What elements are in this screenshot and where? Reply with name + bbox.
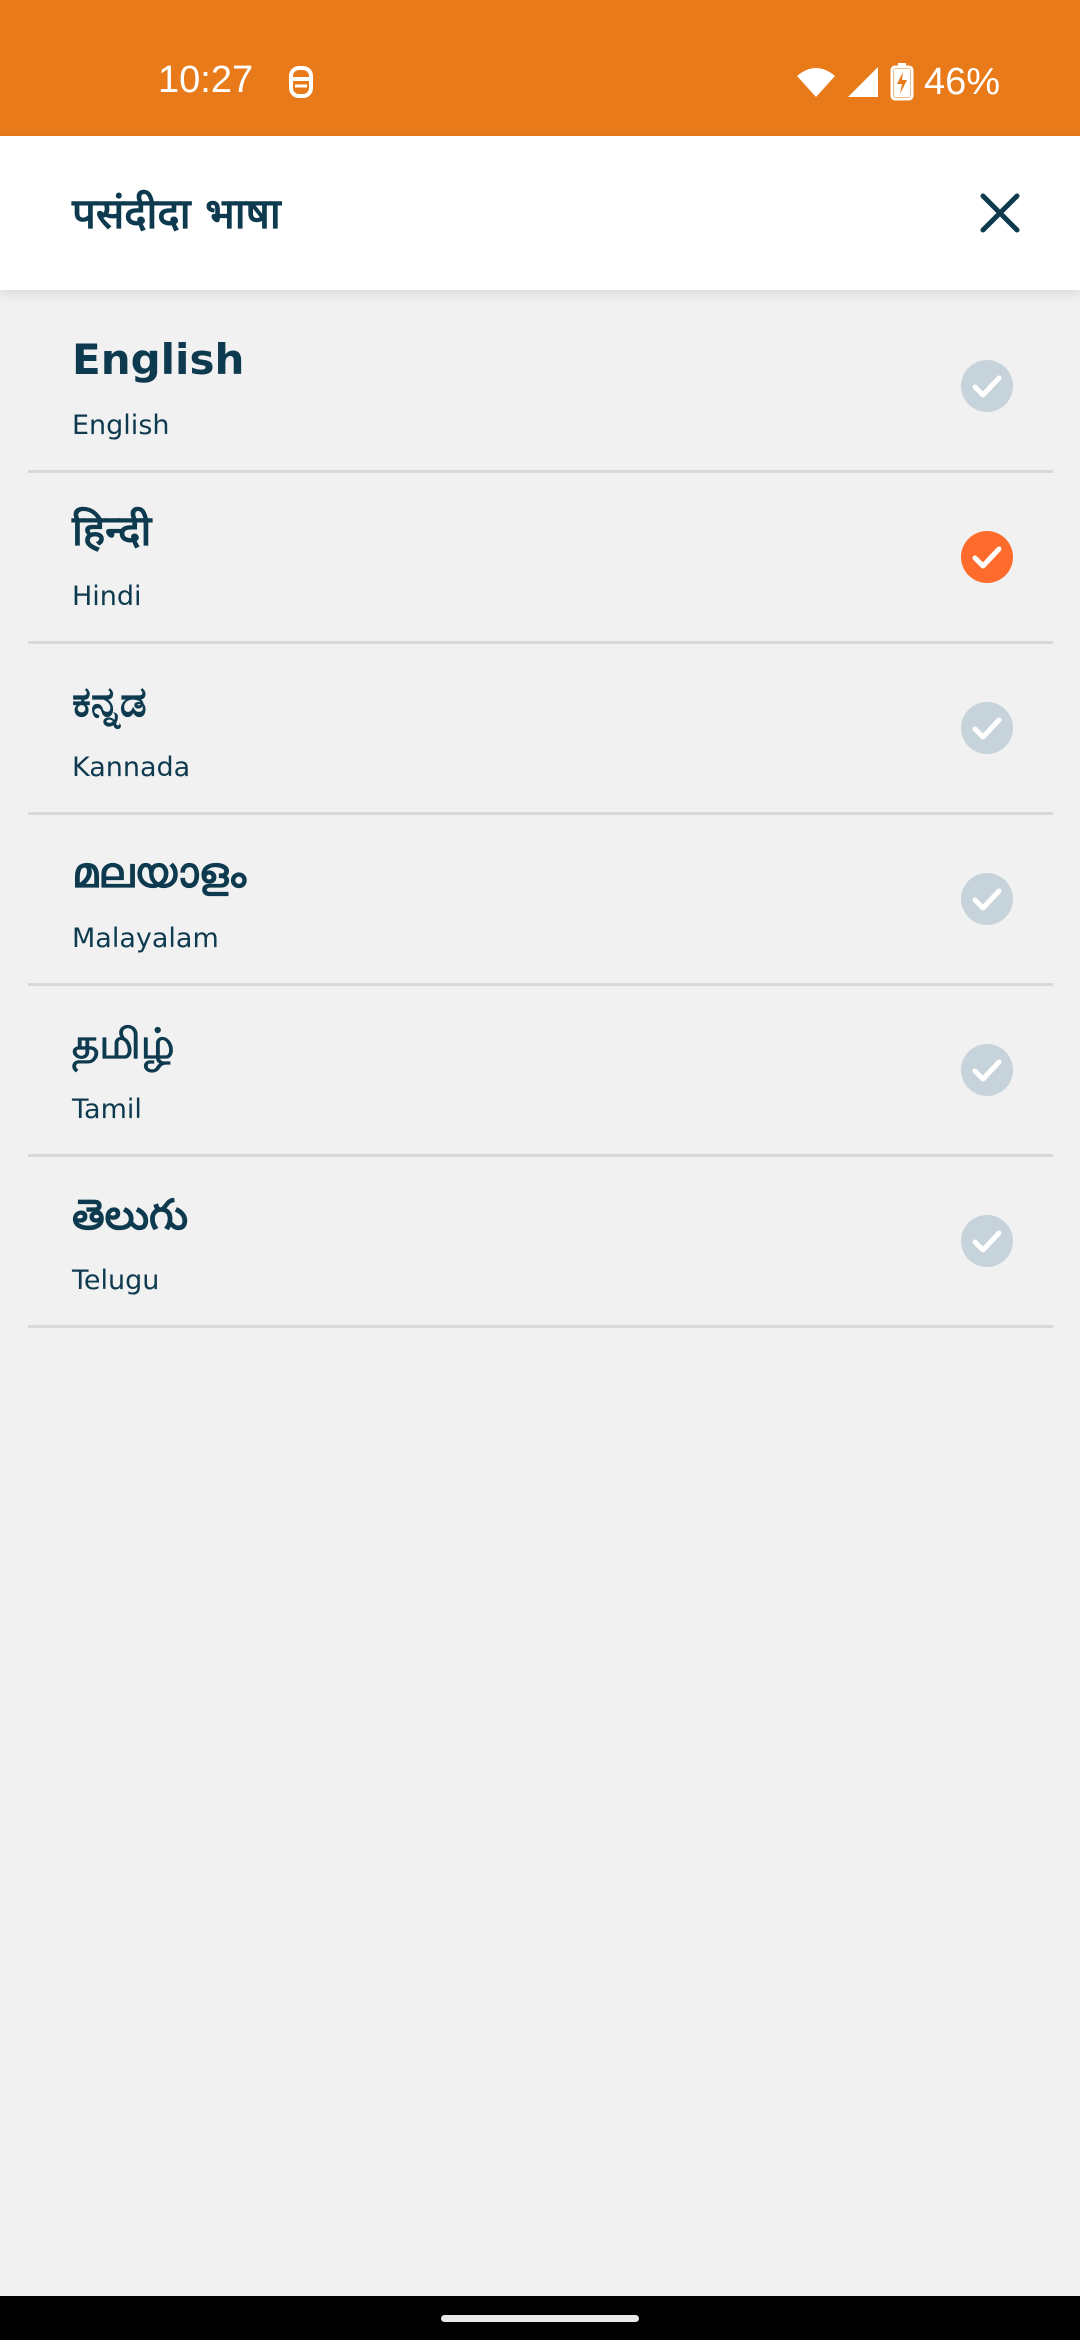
language-item-english[interactable]: English English xyxy=(28,302,1053,473)
language-item-tamil[interactable]: தமிழ் Tamil xyxy=(28,986,1053,1157)
check-icon xyxy=(961,702,1013,754)
language-list: English English हिन्दी Hindi ಕನ್ನಡ Kanna… xyxy=(28,302,1053,1328)
language-english-name: Kannada xyxy=(72,752,191,783)
navigation-bar xyxy=(0,2296,1080,2340)
language-english-name: Hindi xyxy=(72,581,142,612)
language-item-malayalam[interactable]: മലയാളം Malayalam xyxy=(28,815,1053,986)
language-english-name: English xyxy=(72,410,170,441)
check-icon xyxy=(961,360,1013,412)
notification-icon xyxy=(286,62,316,102)
language-english-name: Telugu xyxy=(72,1265,160,1296)
battery-charging-icon xyxy=(890,63,914,101)
check-icon xyxy=(961,1215,1013,1267)
status-bar: 10:27 46% xyxy=(0,0,1080,136)
page-title: पसंदीदा भाषा xyxy=(72,189,281,238)
header: पसंदीदा भाषा xyxy=(0,136,1080,290)
language-item-hindi[interactable]: हिन्दी Hindi xyxy=(28,473,1053,644)
status-icons: 46% xyxy=(796,58,1000,106)
language-english-name: Tamil xyxy=(72,1094,142,1125)
language-item-kannada[interactable]: ಕನ್ನಡ Kannada xyxy=(28,644,1053,815)
language-english-name: Malayalam xyxy=(72,923,219,954)
check-icon xyxy=(961,873,1013,925)
battery-percentage: 46% xyxy=(923,61,1000,103)
check-selected-icon xyxy=(961,531,1013,583)
close-button[interactable] xyxy=(960,173,1040,253)
language-native-name: ಕನ್ನಡ xyxy=(72,677,147,726)
wifi-icon xyxy=(796,66,836,98)
language-native-name: తెలుగు xyxy=(72,1190,189,1239)
language-native-name: English xyxy=(72,335,245,384)
language-native-name: മലയാളം xyxy=(72,848,247,897)
language-native-name: हिन्दी xyxy=(72,506,152,555)
language-item-telugu[interactable]: తెలుగు Telugu xyxy=(28,1157,1053,1328)
status-time: 10:27 xyxy=(158,59,254,101)
close-icon xyxy=(980,193,1020,233)
home-gesture-handle[interactable] xyxy=(441,2315,639,2322)
check-icon xyxy=(961,1044,1013,1096)
language-native-name: தமிழ் xyxy=(72,1019,175,1068)
signal-icon xyxy=(846,65,880,99)
